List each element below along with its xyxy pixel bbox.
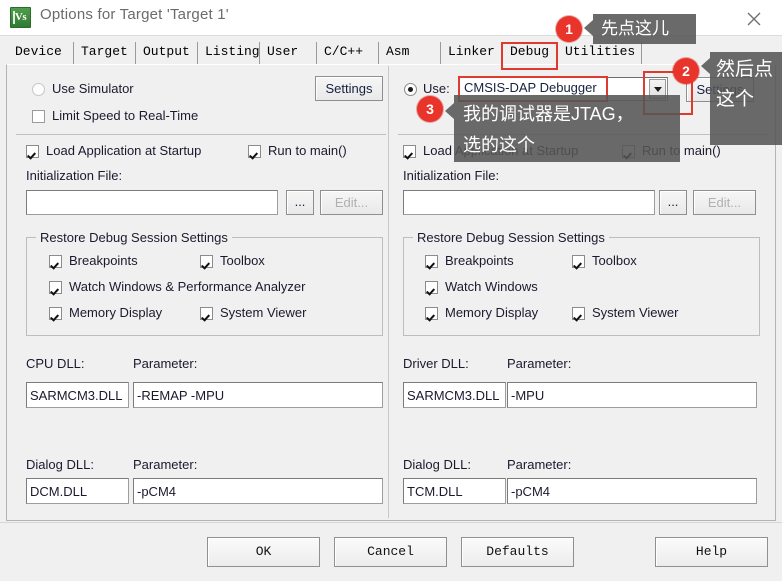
use-simulator-label: Use Simulator (52, 81, 134, 96)
window-title: Options for Target 'Target 1' (40, 6, 229, 23)
left-run-to-main-checkbox[interactable] (248, 145, 261, 158)
use-simulator-radio[interactable] (32, 83, 45, 96)
tooltip-2-tail (701, 58, 710, 74)
left-dialog-dll-input[interactable]: DCM.DLL (26, 478, 129, 504)
dialog-footer: OK Cancel Defaults Help (0, 522, 782, 581)
tooltip-3-tail (445, 103, 454, 119)
tab-listing[interactable]: Listing (198, 42, 260, 64)
annotation-badge-2: 2 (673, 58, 699, 84)
close-icon (747, 12, 761, 26)
left-edit-button: Edit... (320, 190, 383, 215)
ok-button[interactable]: OK (207, 537, 320, 567)
cancel-button[interactable]: Cancel (334, 537, 447, 567)
right-system-viewer-checkbox[interactable] (572, 307, 585, 320)
cpu-dll-label: CPU DLL: (26, 356, 85, 371)
tooltip-1-tail (584, 20, 593, 36)
right-watch-windows-checkbox[interactable] (425, 281, 438, 294)
left-breakpoints-checkbox[interactable] (49, 255, 62, 268)
tab-utilities[interactable]: Utilities (558, 42, 642, 64)
left-dialog-dll-label: Dialog DLL: (26, 457, 94, 472)
annotation-tooltip-2: 然后点这个 (701, 52, 782, 145)
tab-linker[interactable]: Linker (441, 42, 503, 64)
annotation-badge-1: 1 (556, 16, 582, 42)
right-memory-display-checkbox[interactable] (425, 307, 438, 320)
limit-speed-label: Limit Speed to Real-Time (52, 108, 199, 123)
driver-dll-label: Driver DLL: (403, 356, 469, 371)
options-dialog: Vs Options for Target 'Target 1' Device … (0, 0, 782, 581)
left-breakpoints-label: Breakpoints (69, 253, 138, 268)
driver-param-label: Parameter: (507, 356, 572, 371)
left-system-viewer-label: System Viewer (220, 305, 307, 320)
defaults-button[interactable]: Defaults (461, 537, 574, 567)
left-dialog-param-input[interactable]: -pCM4 (133, 478, 383, 504)
left-browse-button[interactable]: ... (286, 190, 314, 215)
annotation-badge-3: 3 (417, 96, 443, 122)
annotation-tooltip-1: 先点这儿 (584, 14, 696, 44)
left-restore-group-title: Restore Debug Session Settings (36, 230, 232, 245)
use-debugger-radio[interactable] (404, 83, 417, 96)
left-watch-windows-label: Watch Windows & Performance Analyzer (69, 279, 306, 294)
use-label: Use: (423, 81, 450, 96)
tab-device[interactable]: Device (8, 42, 74, 64)
left-load-app-label: Load Application at Startup (46, 143, 202, 158)
cpu-param-label: Parameter: (133, 356, 198, 371)
right-breakpoints-label: Breakpoints (445, 253, 514, 268)
tab-cpp[interactable]: C/C++ (317, 42, 379, 64)
cpu-param-input[interactable]: -REMAP -MPU (133, 382, 383, 408)
cpu-dll-input[interactable]: SARMCM3.DLL (26, 382, 129, 408)
right-dialog-dll-input[interactable]: TCM.DLL (403, 478, 506, 504)
right-system-viewer-label: System Viewer (592, 305, 679, 320)
left-run-to-main-label: Run to main() (268, 143, 347, 158)
right-browse-button[interactable]: ... (659, 190, 687, 215)
tab-output[interactable]: Output (136, 42, 198, 64)
highlight-debug-tab (501, 42, 558, 70)
right-init-file-input[interactable] (403, 190, 655, 215)
left-load-app-checkbox[interactable] (26, 145, 39, 158)
tab-user[interactable]: User (260, 42, 317, 64)
close-button[interactable] (734, 4, 774, 32)
right-dialog-param-label: Parameter: (507, 457, 572, 472)
right-init-file-label: Initialization File: (403, 168, 500, 183)
driver-dll-input[interactable]: SARMCM3.DLL (403, 382, 506, 408)
right-restore-group-title: Restore Debug Session Settings (413, 230, 609, 245)
help-button[interactable]: Help (655, 537, 768, 567)
left-memory-display-label: Memory Display (69, 305, 163, 320)
tab-asm[interactable]: Asm (379, 42, 441, 64)
right-dialog-dll-label: Dialog DLL: (403, 457, 471, 472)
right-dialog-param-input[interactable]: -pCM4 (507, 478, 757, 504)
driver-param-input[interactable]: -MPU (507, 382, 757, 408)
right-breakpoints-checkbox[interactable] (425, 255, 438, 268)
right-edit-button: Edit... (693, 190, 756, 215)
right-toolbox-checkbox[interactable] (572, 255, 585, 268)
annotation-tooltip-3: 我的调试器是JTAG， 选的这个 (445, 95, 680, 162)
tab-target[interactable]: Target (74, 42, 136, 64)
left-dialog-param-label: Parameter: (133, 457, 198, 472)
right-toolbox-label: Toolbox (592, 253, 637, 268)
pane-divider (388, 66, 389, 518)
right-load-app-checkbox[interactable] (403, 145, 416, 158)
right-memory-display-label: Memory Display (445, 305, 539, 320)
left-settings-button[interactable]: Settings (315, 76, 383, 101)
right-watch-windows-label: Watch Windows (445, 279, 538, 294)
left-system-viewer-checkbox[interactable] (200, 307, 213, 320)
icon-glyph: Vs (14, 11, 27, 23)
keil-uvision-icon: Vs (10, 7, 31, 28)
left-toolbox-label: Toolbox (220, 253, 265, 268)
left-watch-windows-checkbox[interactable] (49, 281, 62, 294)
left-init-file-label: Initialization File: (26, 168, 123, 183)
left-memory-display-checkbox[interactable] (49, 307, 62, 320)
limit-speed-checkbox[interactable] (32, 110, 45, 123)
left-separator (16, 134, 386, 135)
left-toolbox-checkbox[interactable] (200, 255, 213, 268)
left-init-file-input[interactable] (26, 190, 278, 215)
